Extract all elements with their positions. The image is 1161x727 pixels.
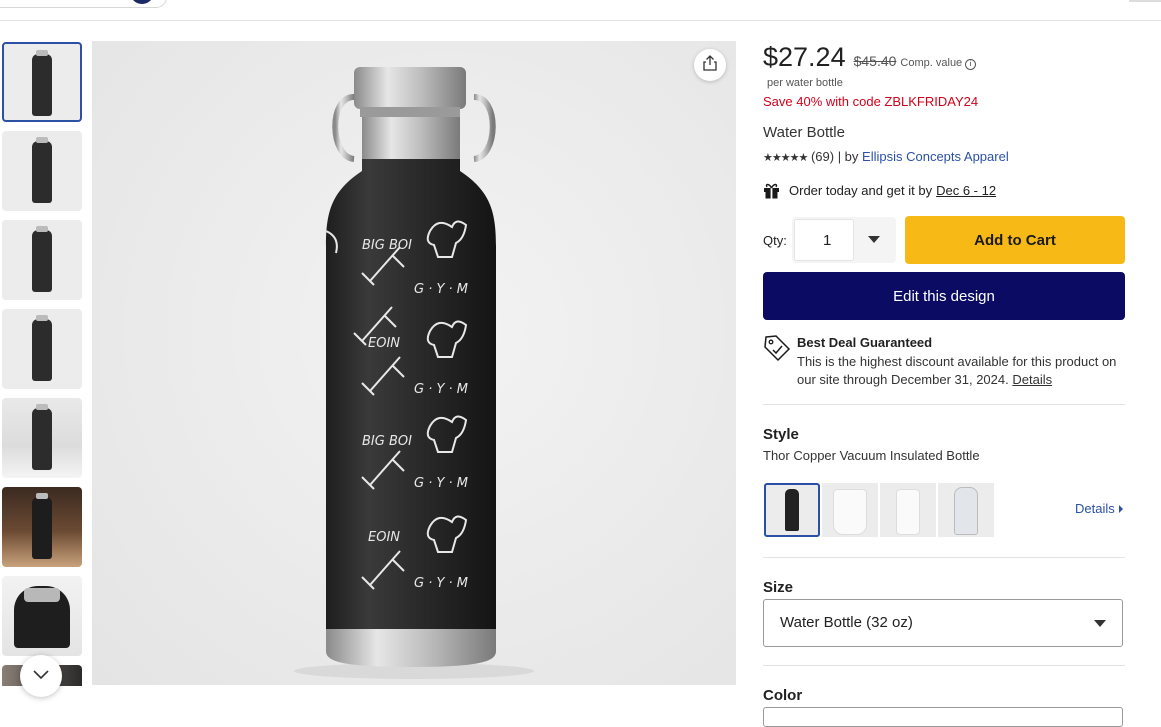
gift-icon	[763, 182, 780, 199]
color-label: Color	[763, 687, 803, 704]
current-price: $27.24	[763, 42, 846, 72]
thumbnail-5[interactable]	[2, 398, 82, 478]
deal-text: This is the highest discount available f…	[797, 353, 1127, 389]
delivery-date-link[interactable]: Dec 6 - 12	[936, 183, 996, 198]
share-icon	[703, 54, 717, 76]
artwork-text-name-2: EOIN	[368, 530, 400, 545]
thumbnail-2[interactable]	[2, 131, 82, 211]
style-details-label[interactable]: Details	[1075, 501, 1115, 516]
style-value: Thor Copper Vacuum Insulated Bottle	[763, 448, 980, 463]
thumbnail-4[interactable]	[2, 309, 82, 389]
comp-value-label: Comp. value	[900, 57, 963, 69]
delivery-prefix: Order today and get it by	[789, 183, 933, 198]
style-swatch-tumbler[interactable]	[822, 483, 878, 537]
promo-text: Save 40% with code ZBLKFRIDAY24	[763, 94, 979, 109]
artwork-text-gym-3: G · Y · M	[414, 476, 468, 491]
top-bar	[0, 0, 1161, 21]
style-details-link[interactable]: Details	[1075, 501, 1123, 516]
artwork-text-big: BIG BOI	[362, 238, 412, 253]
artwork-text-name: EOIN	[368, 336, 400, 351]
product-title: Water Bottle	[763, 124, 845, 141]
artwork-text-gym: G · Y · M	[414, 282, 468, 297]
chevron-down-icon	[33, 667, 49, 685]
color-select[interactable]	[763, 707, 1123, 727]
star-rating[interactable]: ★★★★★	[763, 152, 808, 164]
per-unit-label: per water bottle	[767, 77, 843, 89]
menu-edge	[1129, 0, 1161, 2]
water-bottle-image: BIG BOI G · Y · M EOIN G · Y · M BIG BOI…	[294, 67, 534, 679]
price-row: $27.24 $45.40 Comp. value i	[763, 42, 977, 73]
artwork-text-gym-2: G · Y · M	[414, 382, 468, 397]
share-button[interactable]	[694, 49, 726, 81]
thumbnail-3[interactable]	[2, 220, 82, 300]
main-product-image[interactable]: BIG BOI G · Y · M EOIN G · Y · M BIG BOI…	[92, 41, 736, 685]
review-count[interactable]: (69)	[811, 149, 834, 164]
style-swatch-thor-bottle[interactable]	[764, 483, 820, 537]
divider	[763, 557, 1125, 558]
comparison-price: $45.40	[853, 53, 897, 69]
style-swatch-shaker[interactable]	[938, 483, 994, 537]
info-icon[interactable]: i	[965, 59, 977, 70]
store-link[interactable]: Ellipsis Concepts Apparel	[862, 149, 1009, 164]
delivery-estimate: Order today and get it by Dec 6 - 12	[763, 182, 996, 199]
by-label: | by	[837, 149, 859, 164]
qty-label: Qty:	[763, 233, 787, 248]
deal-title: Best Deal Guaranteed	[797, 335, 933, 350]
quantity-value[interactable]: 1	[794, 219, 854, 261]
caret-right-icon	[1118, 505, 1123, 513]
size-label: Size	[763, 579, 794, 596]
edit-design-button[interactable]: Edit this design	[763, 272, 1125, 320]
rating-row: ★★★★★ (69) | by Ellipsis Concepts Appare…	[763, 149, 1009, 164]
price-tag-icon	[763, 334, 791, 367]
thumbnails-scroll-down-button[interactable]	[20, 655, 62, 697]
add-to-cart-button[interactable]: Add to Cart	[905, 216, 1125, 264]
thumbnail-7[interactable]	[2, 576, 82, 656]
style-label: Style	[763, 426, 799, 443]
caret-down-icon	[1094, 620, 1106, 627]
size-select[interactable]: Water Bottle (32 oz)	[763, 599, 1123, 647]
caret-down-icon[interactable]	[868, 236, 880, 243]
divider	[763, 665, 1125, 666]
deal-description: This is the highest discount available f…	[797, 354, 1117, 387]
deal-details-link[interactable]: Details	[1012, 372, 1052, 387]
artwork-text-gym-4: G · Y · M	[414, 576, 468, 591]
size-value: Water Bottle (32 oz)	[780, 614, 913, 631]
quantity-select[interactable]: 1	[792, 217, 896, 263]
artwork-text-big-2: BIG BOI	[362, 434, 412, 449]
thumbnail-1[interactable]	[2, 42, 82, 122]
thumbnail-6[interactable]	[2, 487, 82, 567]
divider	[763, 404, 1125, 405]
thumbnail-list	[0, 41, 84, 686]
style-swatch-white-bottle[interactable]	[880, 483, 936, 537]
